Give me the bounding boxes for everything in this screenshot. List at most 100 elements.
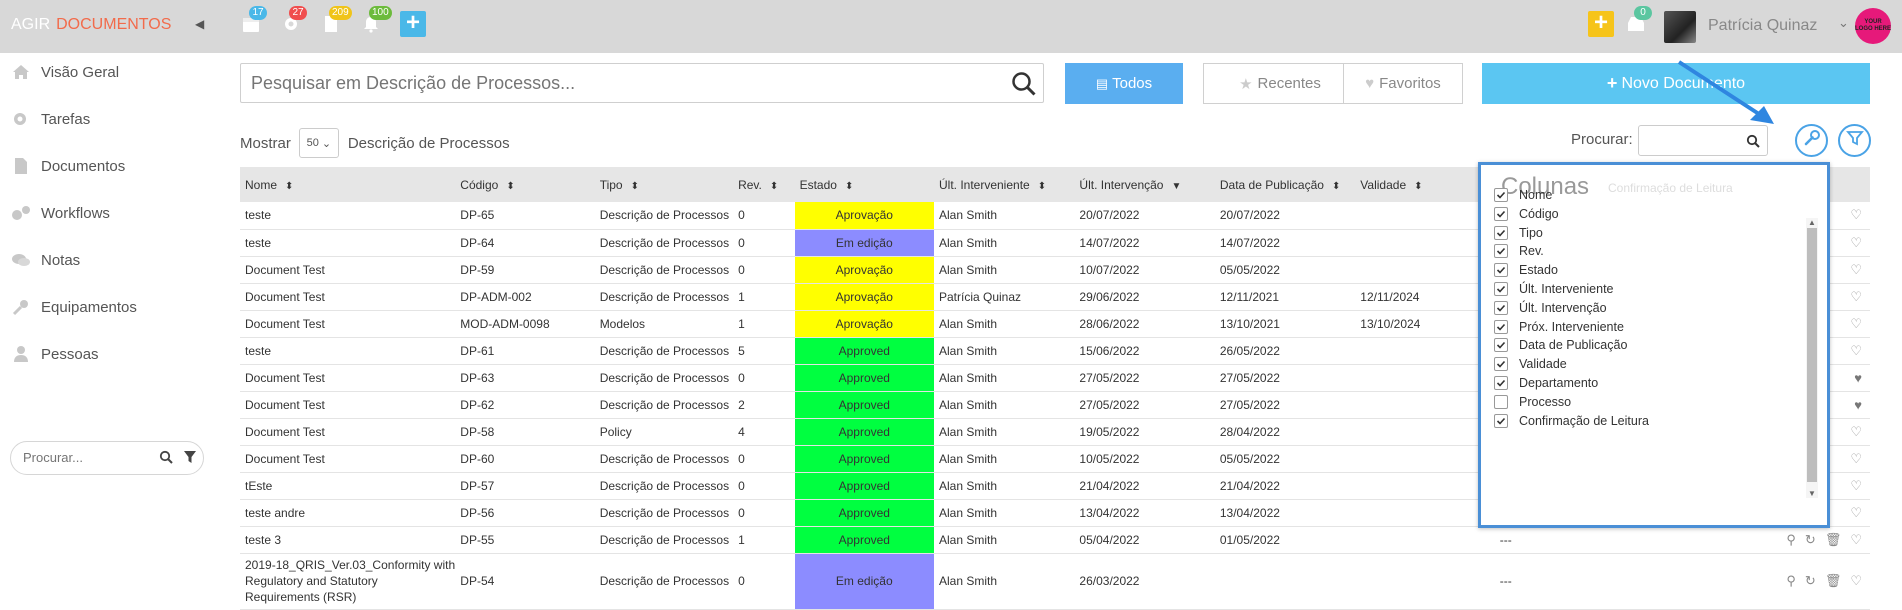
column-option[interactable]: Data de Publicação xyxy=(1494,338,1627,353)
column-option[interactable]: Processo xyxy=(1494,394,1571,409)
table-search-label: Procurar: xyxy=(1571,131,1633,148)
column-option[interactable]: Próx. Interveniente xyxy=(1494,319,1624,334)
checkbox[interactable] xyxy=(1494,206,1508,221)
sidebar-item-visao-geral[interactable]: Visão Geral xyxy=(10,63,119,81)
favorite-heart-icon[interactable]: ♡ xyxy=(1850,451,1862,467)
cell-published: 05/05/2022 xyxy=(1219,451,1280,466)
favorite-heart-icon[interactable]: ♡ xyxy=(1850,207,1862,223)
filter-icon[interactable] xyxy=(183,450,197,469)
cell-last-actor: Alan Smith xyxy=(938,397,998,412)
col-header-validade[interactable]: Validade ⬍ xyxy=(1355,167,1494,202)
cell-rev: 0 xyxy=(738,505,745,520)
sidebar-item-documentos[interactable]: Documentos xyxy=(10,157,125,175)
view-icon[interactable]: ⚲ xyxy=(1786,532,1796,548)
search-icon[interactable] xyxy=(1746,134,1760,153)
checkbox[interactable] xyxy=(1494,244,1508,259)
calendar-icon[interactable]: 17 xyxy=(239,6,267,36)
column-option[interactable]: Código xyxy=(1494,206,1559,221)
brand[interactable]: AGIR DOCUMENTOS xyxy=(11,16,171,34)
col-header-nome[interactable]: Nome ⬍ xyxy=(240,167,455,202)
checkbox[interactable] xyxy=(1494,376,1508,390)
search-icon[interactable] xyxy=(1011,71,1037,102)
checkbox[interactable] xyxy=(1494,225,1508,240)
trash-icon[interactable]: 🗑 xyxy=(1825,573,1842,589)
sidebar-search-input[interactable] xyxy=(23,450,143,465)
checkbox[interactable] xyxy=(1494,188,1508,202)
column-option[interactable]: Confirmação de Leitura xyxy=(1494,413,1649,428)
favorite-heart-icon[interactable]: ♡ xyxy=(1850,289,1862,305)
favorite-heart-icon[interactable]: ♡ xyxy=(1850,424,1862,440)
sidebar-item-tarefas[interactable]: Tarefas xyxy=(10,110,90,128)
refresh-icon[interactable]: ↻ xyxy=(1805,532,1816,548)
scrollbar-thumb[interactable] xyxy=(1807,228,1817,482)
table-row[interactable]: teste 3 DP-55 Descrição de Processos 1 Appro… xyxy=(240,526,1870,553)
checkbox[interactable] xyxy=(1494,357,1508,372)
quick-add-button[interactable]: + xyxy=(1588,11,1614,37)
filter-favorites-button[interactable]: ♥ Favoritos xyxy=(1343,63,1463,104)
sidebar-item-equipamentos[interactable]: Equipamentos xyxy=(10,298,137,316)
trash-icon[interactable]: 🗑 xyxy=(1825,532,1842,548)
column-option[interactable]: Departamento xyxy=(1494,376,1598,390)
col-header-ult-intervencao[interactable]: Últ. Intervenção ▼ xyxy=(1074,167,1214,202)
column-option[interactable]: Validade xyxy=(1494,357,1567,372)
favorite-heart-icon[interactable]: ♡ xyxy=(1850,235,1862,251)
cell-type: Descrição de Processos xyxy=(599,478,730,493)
table-row[interactable]: 2019-18_QRIS_Ver.03_Conformity with Regu… xyxy=(240,553,1870,609)
refresh-icon[interactable]: ↻ xyxy=(1805,573,1816,589)
cell-code: DP-57 xyxy=(460,478,495,493)
inbox-icon[interactable]: 0 xyxy=(1624,6,1652,36)
checkbox[interactable] xyxy=(1494,338,1508,353)
favorite-heart-icon[interactable]: ♡ xyxy=(1850,262,1862,278)
cell-published xyxy=(1215,553,1355,609)
process-search-input[interactable] xyxy=(251,73,951,94)
filter-all-button[interactable]: ▤ Todos xyxy=(1065,63,1183,104)
favorite-heart-icon[interactable]: ♡ xyxy=(1850,532,1862,548)
favorite-heart-icon[interactable]: ♡ xyxy=(1850,343,1862,359)
col-header-ult-interveniente[interactable]: Últ. Interveniente ⬍ xyxy=(934,167,1074,202)
column-option[interactable]: Tipo xyxy=(1494,225,1543,240)
column-option[interactable]: Rev. xyxy=(1494,244,1544,259)
bell-icon[interactable]: 100 xyxy=(359,6,392,36)
column-option[interactable]: Nome xyxy=(1494,188,1552,202)
col-header-estado[interactable]: Estado ⬍ xyxy=(795,167,934,202)
checkbox[interactable] xyxy=(1494,413,1508,428)
avatar[interactable] xyxy=(1664,11,1696,43)
tasks-icon[interactable]: 27 xyxy=(279,6,307,36)
scroll-up-icon[interactable]: ▲ xyxy=(1808,218,1816,227)
column-option[interactable]: Últ. Interveniente xyxy=(1494,282,1614,296)
documents-icon[interactable]: 209 xyxy=(319,6,352,36)
view-icon[interactable]: ⚲ xyxy=(1786,573,1796,589)
filter-button[interactable] xyxy=(1838,124,1871,157)
column-option[interactable]: Últ. Intervenção xyxy=(1494,300,1607,315)
cell-last-actor: Alan Smith xyxy=(938,370,998,385)
add-button[interactable]: + xyxy=(400,11,426,37)
col-header-tipo[interactable]: Tipo ⬍ xyxy=(595,167,733,202)
favorite-heart-icon[interactable]: ♡ xyxy=(1850,478,1862,494)
sidebar-item-pessoas[interactable]: Pessoas xyxy=(10,345,99,363)
scroll-down-icon[interactable]: ▼ xyxy=(1808,489,1816,498)
filter-recent-button[interactable]: ★ Recentes xyxy=(1203,63,1357,104)
page-size-select[interactable]: 50 ⌄ xyxy=(298,128,339,158)
checkbox[interactable] xyxy=(1494,394,1508,409)
favorite-heart-icon[interactable]: ♡ xyxy=(1850,573,1862,589)
column-option[interactable]: Estado xyxy=(1494,263,1558,278)
sidebar-item-notas[interactable]: Notas xyxy=(10,251,80,269)
user-name[interactable]: Patrícia Quinaz xyxy=(1708,17,1817,35)
checkbox[interactable] xyxy=(1494,300,1508,315)
column-settings-button[interactable] xyxy=(1795,124,1828,157)
favorite-heart-icon[interactable]: ♥ xyxy=(1854,397,1862,412)
checkbox[interactable] xyxy=(1494,282,1508,296)
chevron-down-icon[interactable]: ⌄ xyxy=(1838,15,1849,31)
checkbox[interactable] xyxy=(1494,263,1508,278)
favorite-heart-icon[interactable]: ♡ xyxy=(1850,316,1862,332)
sidebar-item-workflows[interactable]: Workflows xyxy=(10,204,110,222)
col-header-rev[interactable]: Rev. ⬍ xyxy=(733,167,795,202)
favorite-heart-icon[interactable]: ♥ xyxy=(1854,370,1862,385)
checkbox[interactable] xyxy=(1494,319,1508,334)
col-header-codigo[interactable]: Código ⬍ xyxy=(455,167,594,202)
columns-scrollbar[interactable]: ▲ ▼ xyxy=(1806,218,1818,498)
collapse-sidebar-icon[interactable]: ◀ xyxy=(195,17,204,31)
col-header-data-publicacao[interactable]: Data de Publicação ⬍ xyxy=(1215,167,1355,202)
favorite-heart-icon[interactable]: ♡ xyxy=(1850,505,1862,521)
search-icon[interactable] xyxy=(159,450,173,469)
